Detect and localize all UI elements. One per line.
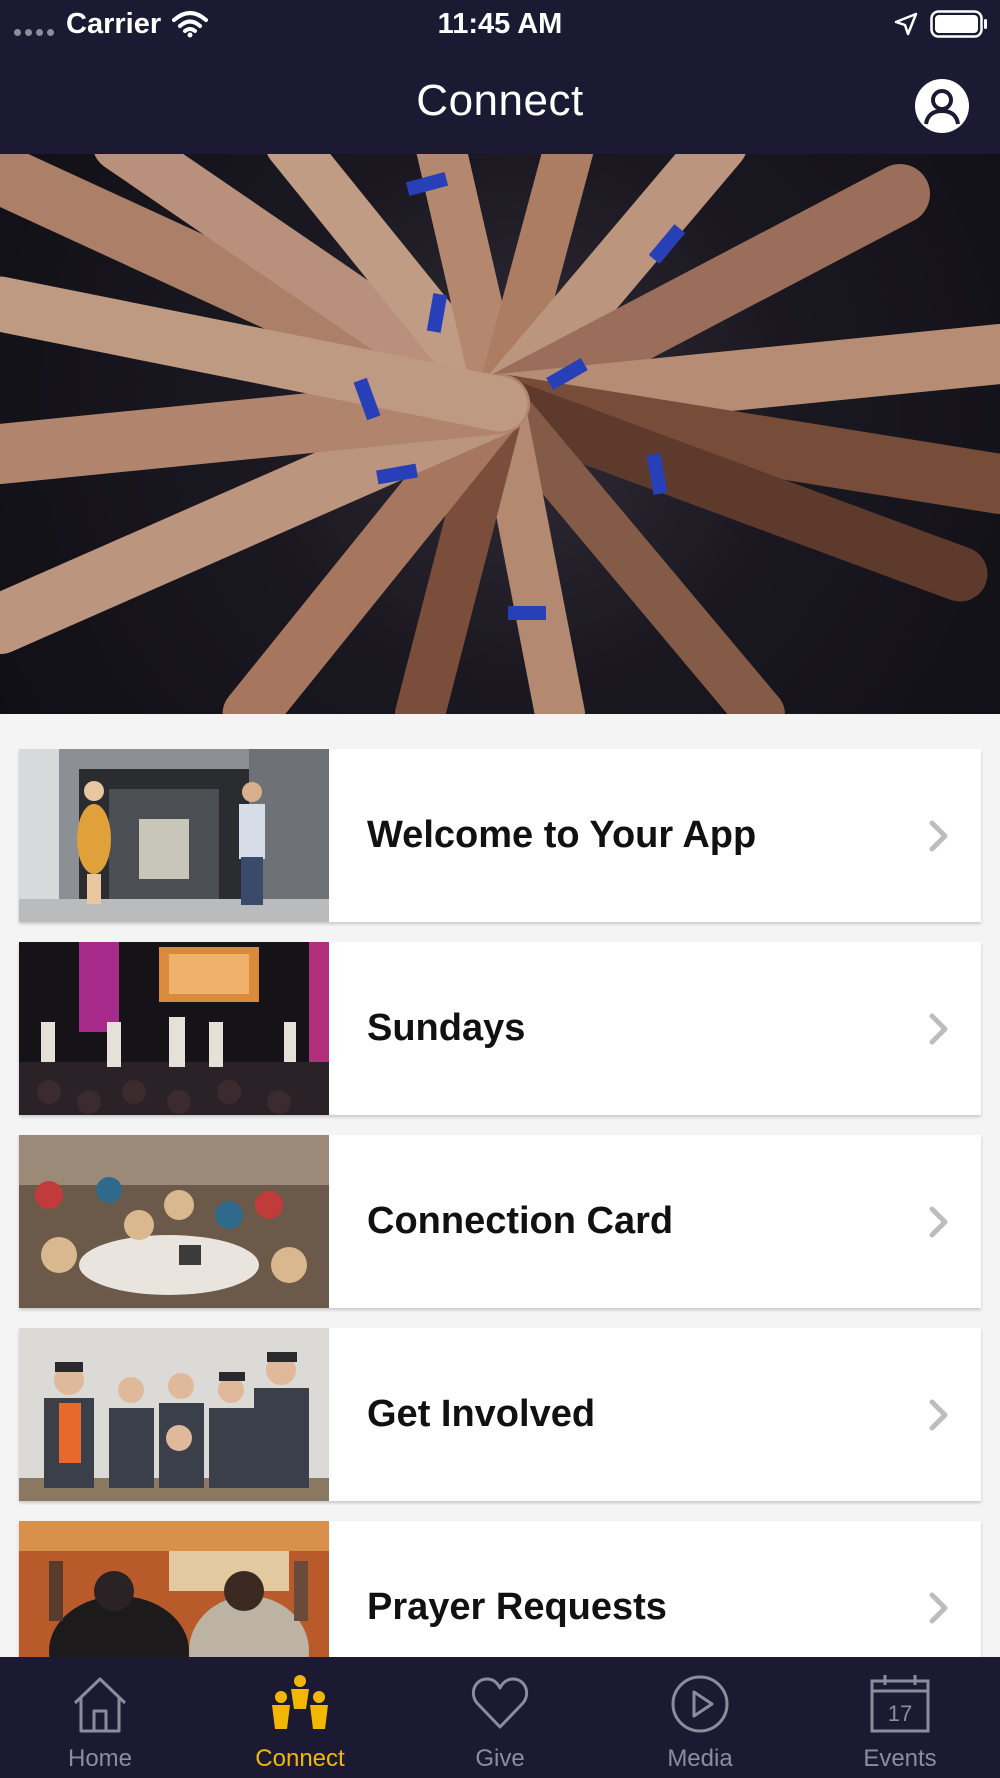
chevron-right-icon: [909, 1591, 969, 1625]
tab-home[interactable]: Home: [0, 1657, 200, 1778]
tab-label: Events: [863, 1745, 937, 1772]
status-time: 11:45 AM: [437, 8, 563, 40]
list-item-label: Get Involved: [367, 1393, 596, 1435]
list-item-label: Connection Card: [367, 1200, 674, 1242]
chevron-right-icon: [909, 1398, 969, 1432]
play-icon: [669, 1673, 731, 1735]
get-involved-thumbnail: [19, 1328, 329, 1501]
calendar-day: 17: [888, 1701, 912, 1726]
list-item-get-involved[interactable]: Get Involved: [19, 1328, 981, 1501]
tab-label: Give: [475, 1745, 525, 1772]
calendar-icon: 17: [869, 1673, 931, 1735]
chevron-right-icon: [909, 1205, 969, 1239]
tab-bar: Home Connect Give Media 17 Events: [0, 1657, 1000, 1778]
tab-give[interactable]: Give: [400, 1657, 600, 1778]
people-icon: [269, 1673, 331, 1735]
tab-connect[interactable]: Connect: [200, 1657, 400, 1778]
list-item-label: Prayer Requests: [367, 1586, 667, 1628]
list-item-connection-card[interactable]: Connection Card: [19, 1135, 981, 1308]
location-arrow-icon: [894, 12, 918, 36]
page-title: Connect: [416, 76, 584, 125]
heart-icon: [469, 1673, 531, 1735]
chevron-right-icon: [909, 1012, 969, 1046]
profile-icon[interactable]: [914, 78, 970, 134]
battery-icon: [930, 10, 987, 38]
list-item-welcome[interactable]: Welcome to Your App: [19, 749, 981, 922]
tab-label: Home: [67, 1745, 133, 1772]
hero-image: [0, 154, 1000, 714]
list-item-sundays[interactable]: Sundays: [19, 942, 981, 1115]
home-icon: [69, 1673, 131, 1735]
tab-media[interactable]: Media: [600, 1657, 800, 1778]
tab-label: Connect: [255, 1745, 345, 1772]
list-item-label: Sundays: [367, 1007, 526, 1049]
connect-list: Welcome to Your App Sundays Connection C…: [19, 749, 981, 1714]
tab-label: Media: [667, 1745, 733, 1772]
list-item-label: Welcome to Your App: [367, 814, 757, 856]
app-screen: Carrier 11:45 AM Connect Welcome to Your…: [0, 0, 1000, 1778]
status-bar: Carrier 11:45 AM: [0, 0, 1000, 50]
tab-events[interactable]: 17 Events: [800, 1657, 1000, 1778]
sundays-thumbnail: [19, 942, 329, 1115]
connection-card-thumbnail: [19, 1135, 329, 1308]
header: Carrier 11:45 AM Connect: [0, 0, 1000, 154]
welcome-thumbnail: [19, 749, 329, 922]
chevron-right-icon: [909, 819, 969, 853]
